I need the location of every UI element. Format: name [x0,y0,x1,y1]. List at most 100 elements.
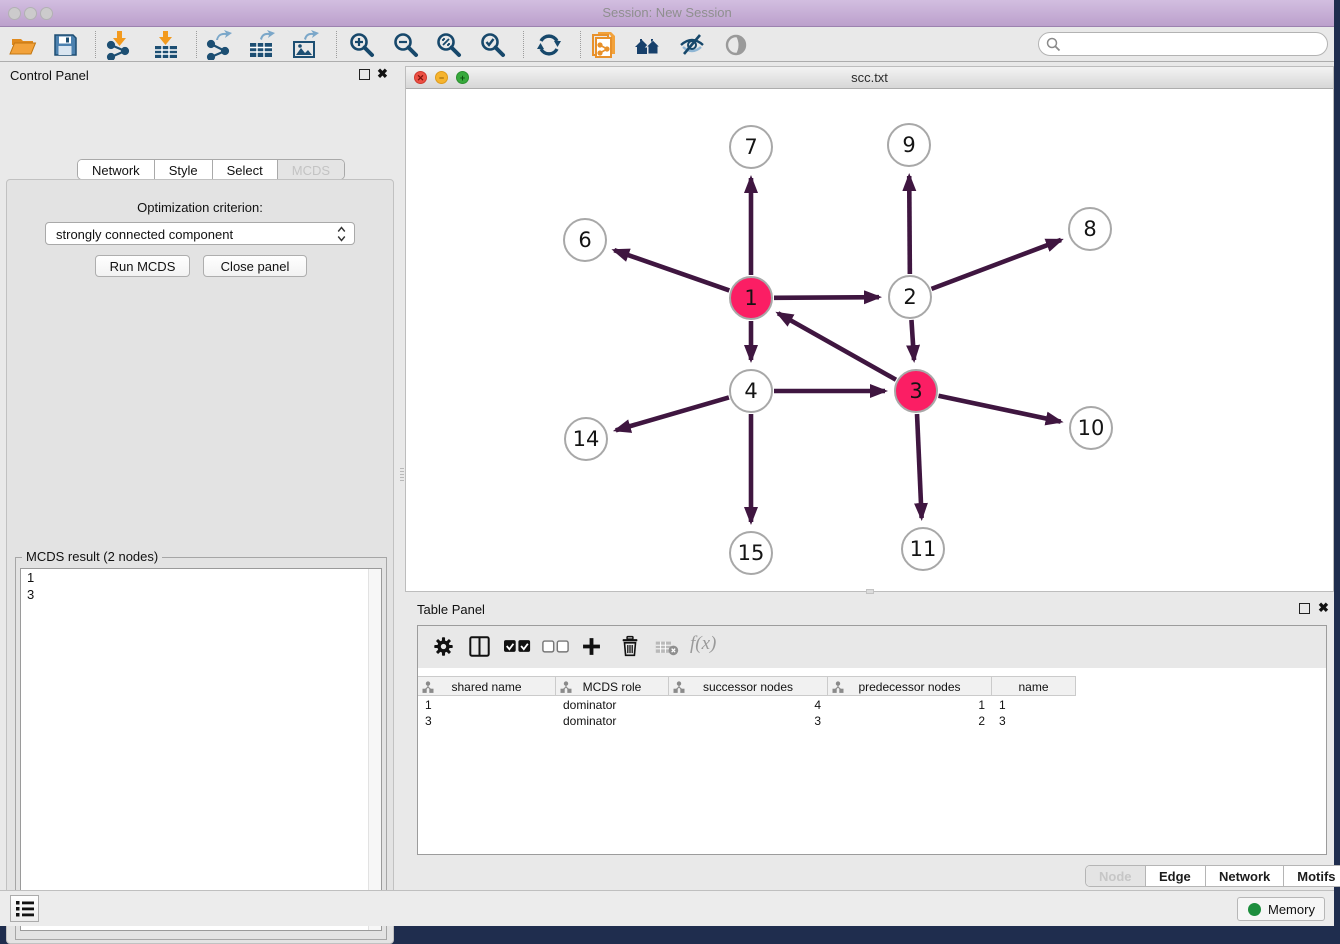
column-header-mcds_role[interactable]: MCDS role [556,677,669,695]
cell-predecessor_nodes[interactable]: 1 [828,697,992,713]
graph-node-3[interactable]: 3 [895,370,937,412]
hide-selected-icon[interactable] [677,30,707,60]
graph-node-9[interactable]: 9 [888,124,930,166]
search-input[interactable] [1065,35,1320,53]
tab-node-table[interactable]: Node Table [1086,866,1146,886]
tab-motifs[interactable]: Motifs [1284,866,1340,886]
edge-3-10[interactable] [939,396,1061,422]
clone-network-icon[interactable] [590,30,620,60]
select-all-columns-icon[interactable] [504,639,531,658]
column-header-name[interactable]: name [992,677,1076,695]
column-header-predecessor_nodes[interactable]: predecessor nodes [828,677,992,695]
column-header-successor_nodes[interactable]: successor nodes [669,677,828,695]
toolbar-separator [336,31,337,58]
cell-name[interactable]: 1 [992,697,1076,713]
horizontal-splitter-handle[interactable] [866,589,874,594]
window-title: Session: New Session [0,5,1334,20]
panel-splitter-grip[interactable] [400,466,404,482]
edge-3-11[interactable] [917,414,922,518]
add-column-icon[interactable] [580,635,603,663]
delete-table-icon[interactable] [655,640,679,661]
edge-3-1[interactable] [778,313,896,379]
edge-4-14[interactable] [616,397,729,430]
import-network-icon[interactable] [103,30,133,60]
cell-shared_name[interactable]: 3 [418,713,556,729]
zoom-fit-icon[interactable] [434,30,464,60]
zoom-out-icon[interactable] [391,30,421,60]
close-panel-button[interactable]: Close panel [203,255,307,277]
toolbar-separator [196,31,197,58]
memory-label: Memory [1268,902,1315,917]
mcds-result-textarea[interactable]: 13 [20,568,382,931]
table-float-icon[interactable] [1299,603,1310,614]
toolbar-separator [523,31,524,58]
graph-node-15[interactable]: 15 [730,532,772,574]
svg-text:2: 2 [903,285,916,309]
graph-node-6[interactable]: 6 [564,219,606,261]
export-table-icon[interactable] [246,30,276,60]
tab-style[interactable]: Style [155,160,213,179]
tab-select[interactable]: Select [213,160,278,179]
split-columns-icon[interactable] [468,635,491,663]
save-session-icon[interactable] [50,30,80,60]
zoom-in-icon[interactable] [347,30,377,60]
import-table-icon[interactable] [151,30,181,60]
cell-mcds_role[interactable]: dominator [556,713,669,729]
home-network-icon[interactable] [633,30,663,60]
graph-node-11[interactable]: 11 [902,528,944,570]
graph-node-2[interactable]: 2 [889,276,931,318]
graph-node-4[interactable]: 4 [730,370,772,412]
function-builder-icon[interactable]: f(x) [690,633,716,655]
export-network-icon[interactable] [203,30,233,60]
show-all-icon[interactable] [721,30,751,60]
tab-edge-table[interactable]: Edge Table [1146,866,1206,886]
tab-network-table[interactable]: Network Table [1206,866,1284,886]
optimization-criterion-dropdown[interactable]: strongly connected component [45,222,355,245]
table-close-icon[interactable]: ✖ [1318,600,1329,616]
open-session-icon[interactable] [8,30,38,60]
memory-button[interactable]: Memory [1237,897,1325,921]
tab-mcds[interactable]: MCDS [278,160,344,179]
table-toolbar: f(x) [418,626,1326,668]
cell-mcds_role[interactable]: dominator [556,697,669,713]
export-image-icon[interactable] [290,30,320,60]
graph-node-7[interactable]: 7 [730,126,772,168]
network-canvas[interactable]: 7 9 6 8 1 2 4 3 14 10 15 11 [406,89,1333,591]
status-bar: Memory [0,890,1334,926]
control-panel: Control Panel ✖ NetworkStyleSelectMCDS O… [0,62,400,890]
cell-successor_nodes[interactable]: 4 [669,697,828,713]
task-history-button[interactable] [10,895,39,922]
edge-2-3[interactable] [911,320,914,360]
cell-name[interactable]: 3 [992,713,1076,729]
float-panel-icon[interactable] [359,69,370,80]
column-header-shared_name[interactable]: shared name [418,677,556,695]
graph-node-8[interactable]: 8 [1069,208,1111,250]
apply-layout-icon[interactable] [534,30,564,60]
cell-shared_name[interactable]: 1 [418,697,556,713]
delete-column-trash-icon[interactable] [619,635,641,663]
graph-node-1[interactable]: 1 [730,277,772,319]
deselect-all-columns-icon[interactable] [542,639,569,658]
svg-text:14: 14 [573,427,600,451]
edge-2-8[interactable] [932,240,1061,289]
edge-1-2[interactable] [774,297,879,298]
table-settings-gear-icon[interactable] [432,635,455,663]
edge-2-9[interactable] [909,176,910,274]
tab-network[interactable]: Network [78,160,155,179]
mcds-result-title: MCDS result (2 nodes) [22,549,162,564]
table-row[interactable]: 1dominator411 [418,697,1076,713]
toolbar-separator [95,31,96,58]
table-row[interactable]: 3dominator323 [418,713,1076,729]
edge-1-6[interactable] [614,250,729,290]
zoom-selected-icon[interactable] [478,30,508,60]
graph-node-14[interactable]: 14 [565,418,607,460]
control-panel-title: Control Panel [10,68,89,83]
close-panel-icon[interactable]: ✖ [377,66,388,82]
svg-text:4: 4 [744,379,757,403]
run-mcds-button[interactable]: Run MCDS [95,255,190,277]
cell-predecessor_nodes[interactable]: 2 [828,713,992,729]
search-field[interactable] [1038,32,1328,56]
graph-node-10[interactable]: 10 [1070,407,1112,449]
result-scrollbar[interactable] [368,569,381,930]
cell-successor_nodes[interactable]: 3 [669,713,828,729]
